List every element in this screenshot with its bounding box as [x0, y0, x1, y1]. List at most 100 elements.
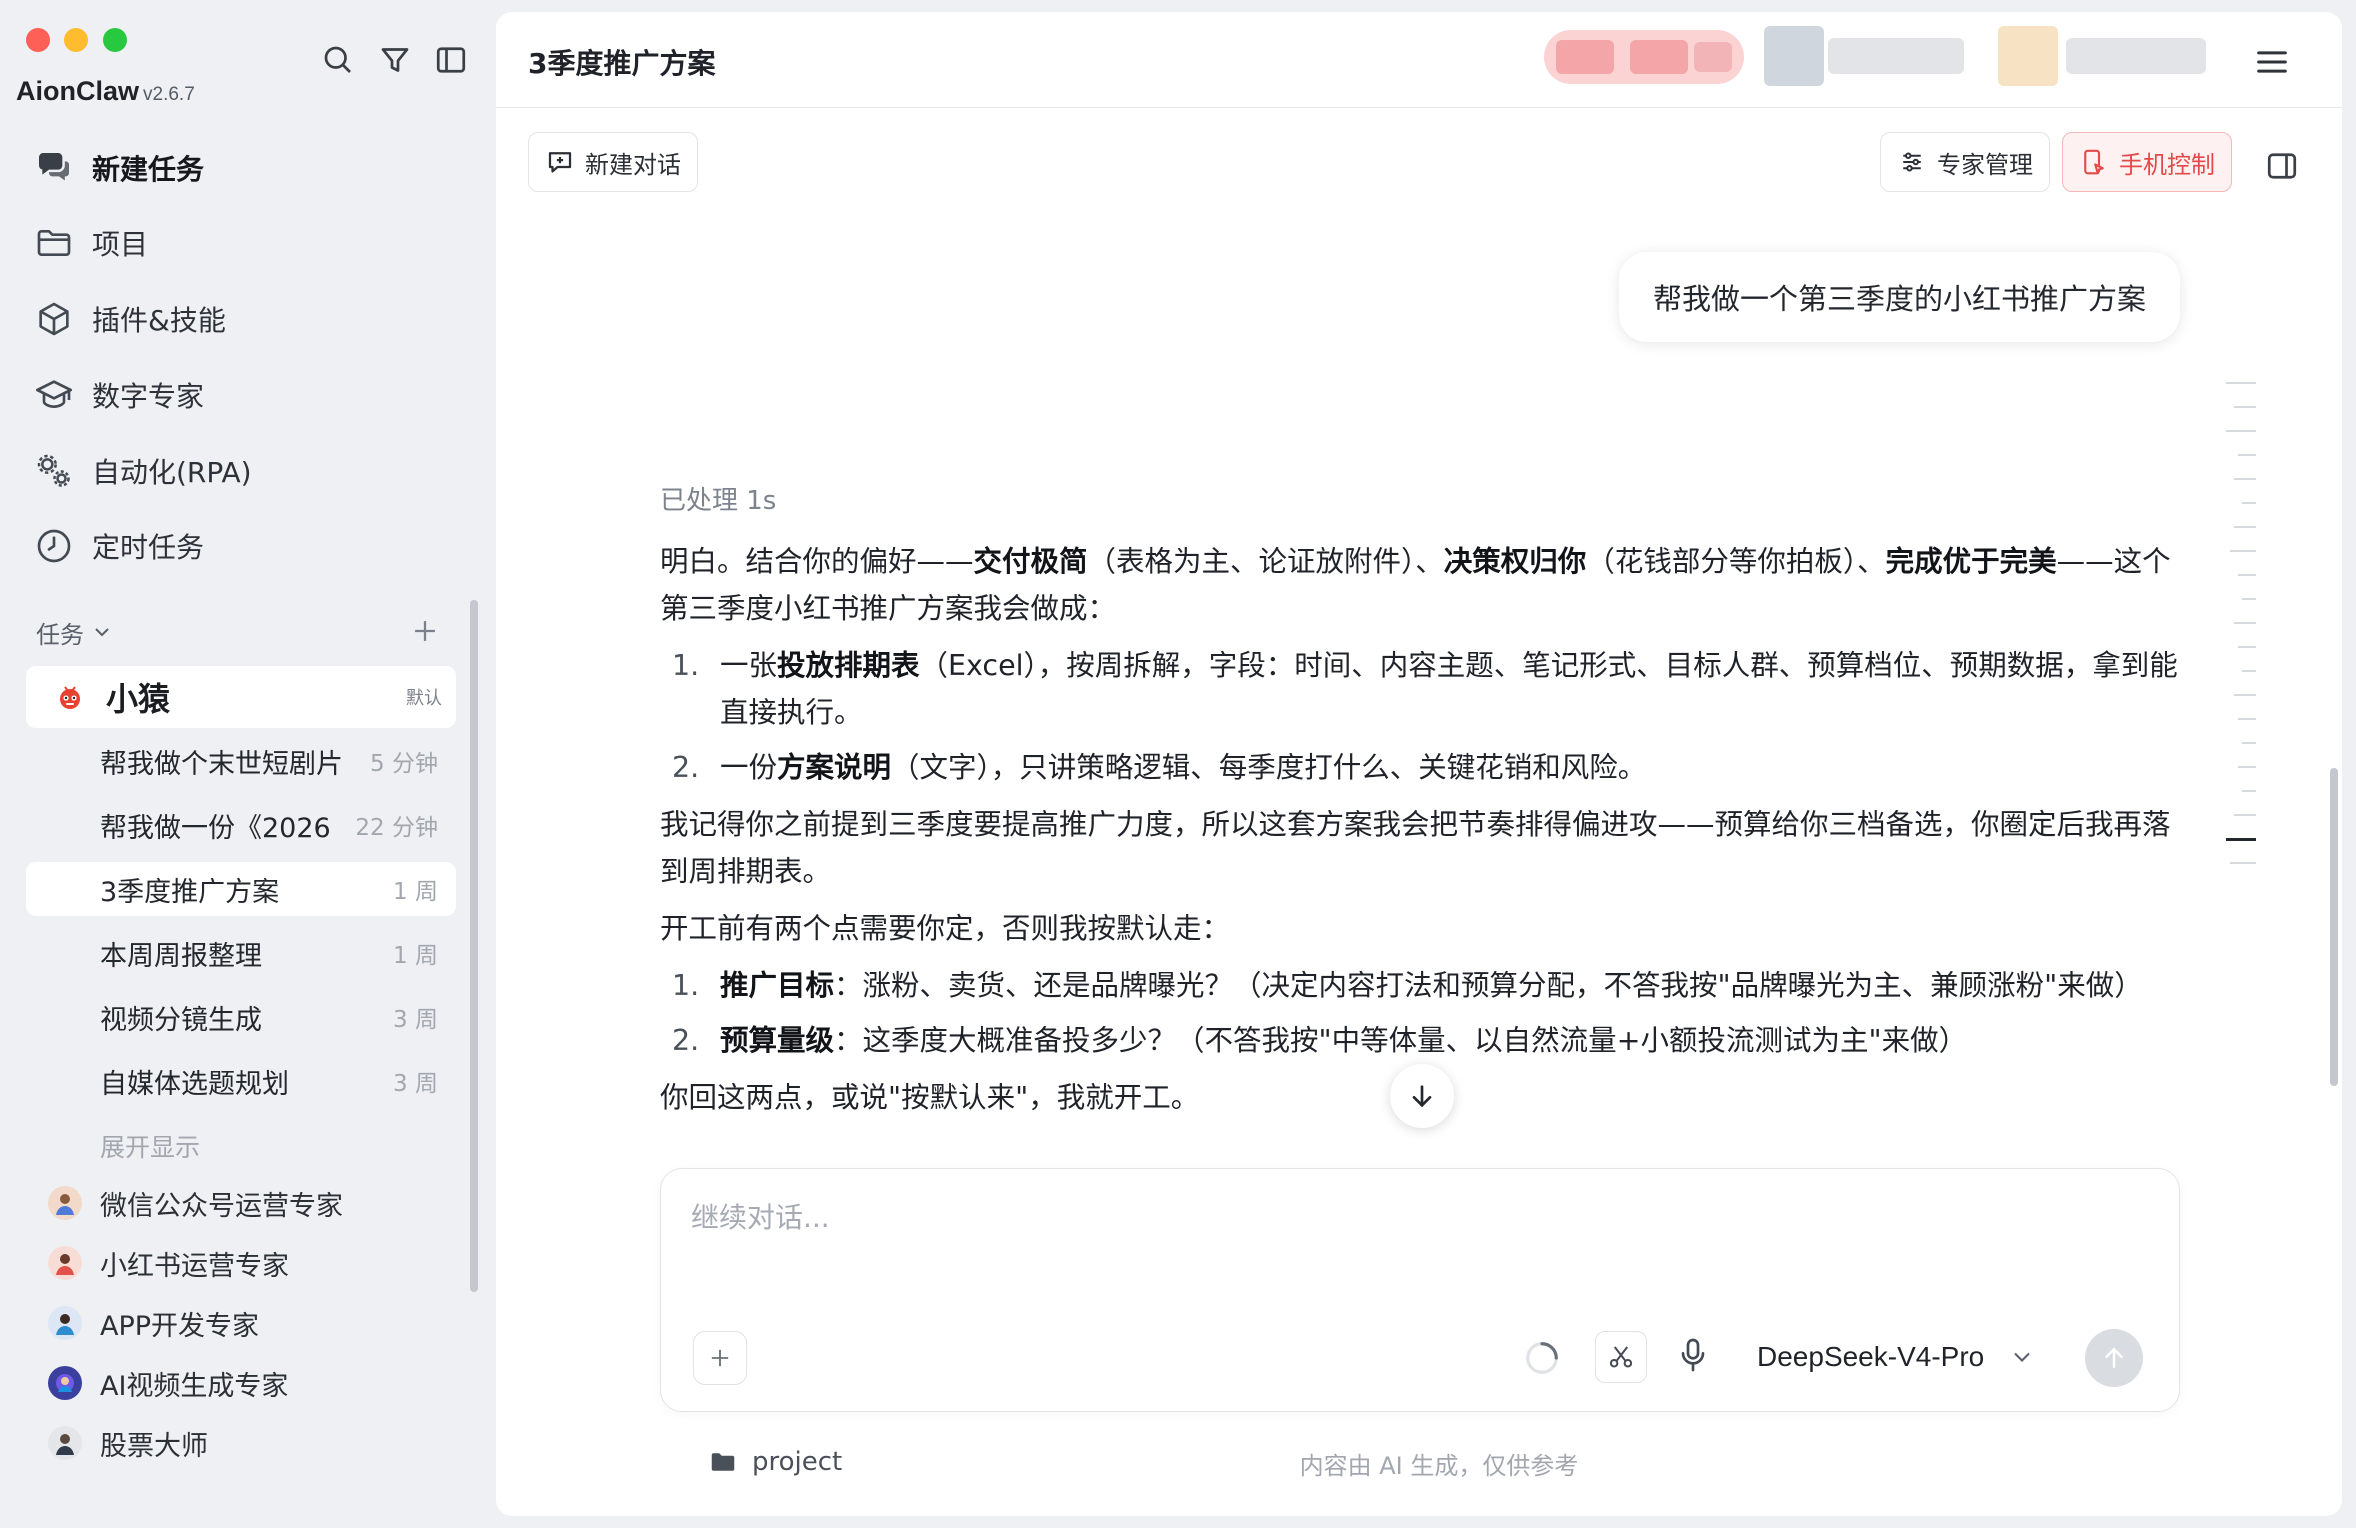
minimap-tick	[2234, 622, 2256, 624]
minimap-tick	[2238, 646, 2256, 648]
task-time: 3 周	[393, 1071, 438, 1097]
graduation-cap-icon	[34, 375, 74, 415]
window-close-button[interactable]	[26, 28, 50, 52]
expert-item[interactable]: 微信公众号运营专家	[48, 1180, 448, 1226]
answer-text: ：涨粉、卖货、还是品牌曝光？（决定内容打法和预算分配，不答我按"品牌曝光为主、兼…	[834, 969, 2143, 1002]
answer-text: （表格为主、论证放附件）、	[1087, 545, 1444, 578]
list-item: 1. 一张投放排期表（Excel），按周拆解，字段：时间、内容主题、笔记形式、目标…	[660, 642, 2180, 736]
nav-digital-experts[interactable]: 数字专家	[34, 367, 474, 423]
answer-text: （文字），只讲策略逻辑、每季度打什么、关键花销和风险。	[891, 751, 1647, 784]
task-item[interactable]: 帮我做个末世短剧片 5 分钟	[26, 734, 456, 788]
task-item[interactable]: 视频分镜生成 3 周	[26, 990, 456, 1044]
task-item[interactable]: 本周周报整理 1 周	[26, 926, 456, 980]
new-chat-button[interactable]: 新建对话	[528, 132, 698, 192]
new-chat-label: 新建对话	[585, 150, 681, 179]
nav-scheduled-tasks[interactable]: 定时任务	[34, 518, 474, 574]
menu-icon[interactable]	[2252, 42, 2292, 82]
list-item: 1. 推广目标：涨粉、卖货、还是品牌曝光？（决定内容打法和预算分配，不答我按"品牌…	[660, 962, 2180, 1009]
expert-item[interactable]: AI视频生成专家	[48, 1360, 448, 1406]
conversation-title: 3季度推广方案	[528, 47, 716, 80]
task-group-xiaoyuan[interactable]: 小猿 默认	[26, 666, 456, 728]
footer: project 内容由 AI 生成，仅供参考	[496, 1432, 2342, 1492]
clock-icon	[34, 526, 74, 566]
gears-icon	[34, 451, 74, 491]
attach-button[interactable]	[693, 1331, 747, 1385]
minimap-tick	[2230, 862, 2256, 864]
expert-avatar	[48, 1306, 82, 1340]
nav-projects[interactable]: 项目	[34, 215, 474, 271]
arrow-up-icon	[2105, 1347, 2123, 1368]
nav-label: 新建任务	[92, 153, 205, 186]
microphone-icon[interactable]	[1673, 1335, 1717, 1379]
folder-icon	[34, 223, 74, 263]
loading-ring-icon	[1523, 1339, 1561, 1377]
expert-item[interactable]: APP开发专家	[48, 1300, 448, 1346]
message-minimap[interactable]	[2222, 382, 2256, 902]
right-panel-toggle-icon[interactable]	[2264, 148, 2300, 184]
new-chat-icon	[545, 147, 575, 177]
redacted-block	[1544, 30, 1744, 84]
expert-item[interactable]: 股票大师	[48, 1420, 448, 1466]
nav-new-task[interactable]: 新建任务	[34, 140, 474, 196]
answer-text: 一份	[720, 751, 778, 784]
minimap-tick	[2226, 838, 2256, 841]
expert-item[interactable]: 小红书运营专家	[48, 1240, 448, 1286]
minimap-tick	[2242, 502, 2256, 504]
assistant-answer: 明白。结合你的偏好——交付极简（表格为主、论证放附件）、决策权归你（花钱部分等你…	[660, 538, 2180, 1131]
scissors-button[interactable]	[1595, 1331, 1647, 1383]
sidebar-toggle-icon[interactable]	[433, 42, 469, 78]
cube-icon	[34, 299, 74, 339]
ai-disclaimer: 内容由 AI 生成，仅供参考	[1299, 1452, 1579, 1480]
scroll-to-bottom-button[interactable]	[1390, 1064, 1454, 1128]
answer-bold: 方案说明	[777, 751, 892, 784]
window-minimize-button[interactable]	[64, 28, 88, 52]
task-title: 本周周报整理	[100, 940, 262, 972]
main-scrollbar[interactable]	[2330, 768, 2338, 1086]
send-button[interactable]	[2085, 1329, 2143, 1387]
list-number: 1.	[672, 649, 700, 682]
nav-plugins-skills[interactable]: 插件&技能	[34, 291, 474, 347]
task-item[interactable]: 自媒体选题规划 3 周	[26, 1054, 456, 1108]
answer-text: 明白。结合你的偏好——	[660, 545, 974, 578]
processed-status: 已处理 1s	[660, 486, 777, 516]
list-number: 2.	[672, 1024, 700, 1057]
minimap-tick	[2238, 454, 2256, 456]
minimap-tick	[2234, 526, 2256, 528]
phone-control-button[interactable]: 手机控制	[2062, 132, 2232, 192]
deliverables-list: 1. 一张投放排期表（Excel），按周拆解，字段：时间、内容主题、笔记形式、目标…	[660, 642, 2180, 791]
show-more-link[interactable]: 展开显示	[100, 1128, 200, 1164]
main-panel: 3季度推广方案 新建对话 专家管理 手机控制 帮我做一个第三季度的小红书推广方案…	[496, 12, 2342, 1516]
filter-icon[interactable]	[377, 42, 413, 78]
tasks-section-toggle[interactable]: 任务	[36, 612, 446, 652]
window-zoom-button[interactable]	[103, 28, 127, 52]
nav-automation-rpa[interactable]: 自动化(RPA)	[34, 443, 474, 499]
sidebar-scrollbar[interactable]	[470, 600, 478, 1292]
answer-paragraph: 明白。结合你的偏好——交付极简（表格为主、论证放附件）、决策权归你（花钱部分等你…	[660, 538, 2180, 632]
expert-name: 股票大师	[100, 1430, 208, 1462]
redacted-block	[1828, 38, 1964, 74]
model-name: DeepSeek-V4-Pro	[1757, 1341, 1985, 1372]
task-item[interactable]: 帮我做一份《2026 22 分钟	[26, 798, 456, 852]
app-name: AionClaw	[16, 76, 140, 106]
search-icon[interactable]	[320, 42, 356, 78]
expert-avatar	[48, 1246, 82, 1280]
expert-name: AI视频生成专家	[100, 1370, 289, 1402]
minimap-tick	[2234, 694, 2256, 696]
add-task-button[interactable]	[408, 614, 442, 648]
nav-label: 定时任务	[92, 531, 205, 564]
expert-manage-button[interactable]: 专家管理	[1880, 132, 2050, 192]
expert-name: 微信公众号运营专家	[100, 1190, 343, 1222]
task-title: 帮我做一份《2026	[100, 812, 331, 844]
minimap-tick	[2226, 382, 2256, 384]
message-input[interactable]	[691, 1195, 2091, 1239]
minimap-tick	[2242, 742, 2256, 744]
composer: DeepSeek-V4-Pro	[660, 1168, 2180, 1412]
questions-list: 1. 推广目标：涨粉、卖货、还是品牌曝光？（决定内容打法和预算分配，不答我按"品牌…	[660, 962, 2180, 1064]
model-selector[interactable]: DeepSeek-V4-Pro	[1757, 1335, 2036, 1379]
task-title: 3季度推广方案	[100, 876, 280, 908]
nav-label: 插件&技能	[92, 304, 226, 337]
task-time: 5 分钟	[370, 751, 438, 777]
tasks-section-label: 任务	[36, 620, 84, 649]
minimap-tick	[2238, 718, 2256, 720]
task-item-selected[interactable]: 3季度推广方案 1 周	[26, 862, 456, 916]
